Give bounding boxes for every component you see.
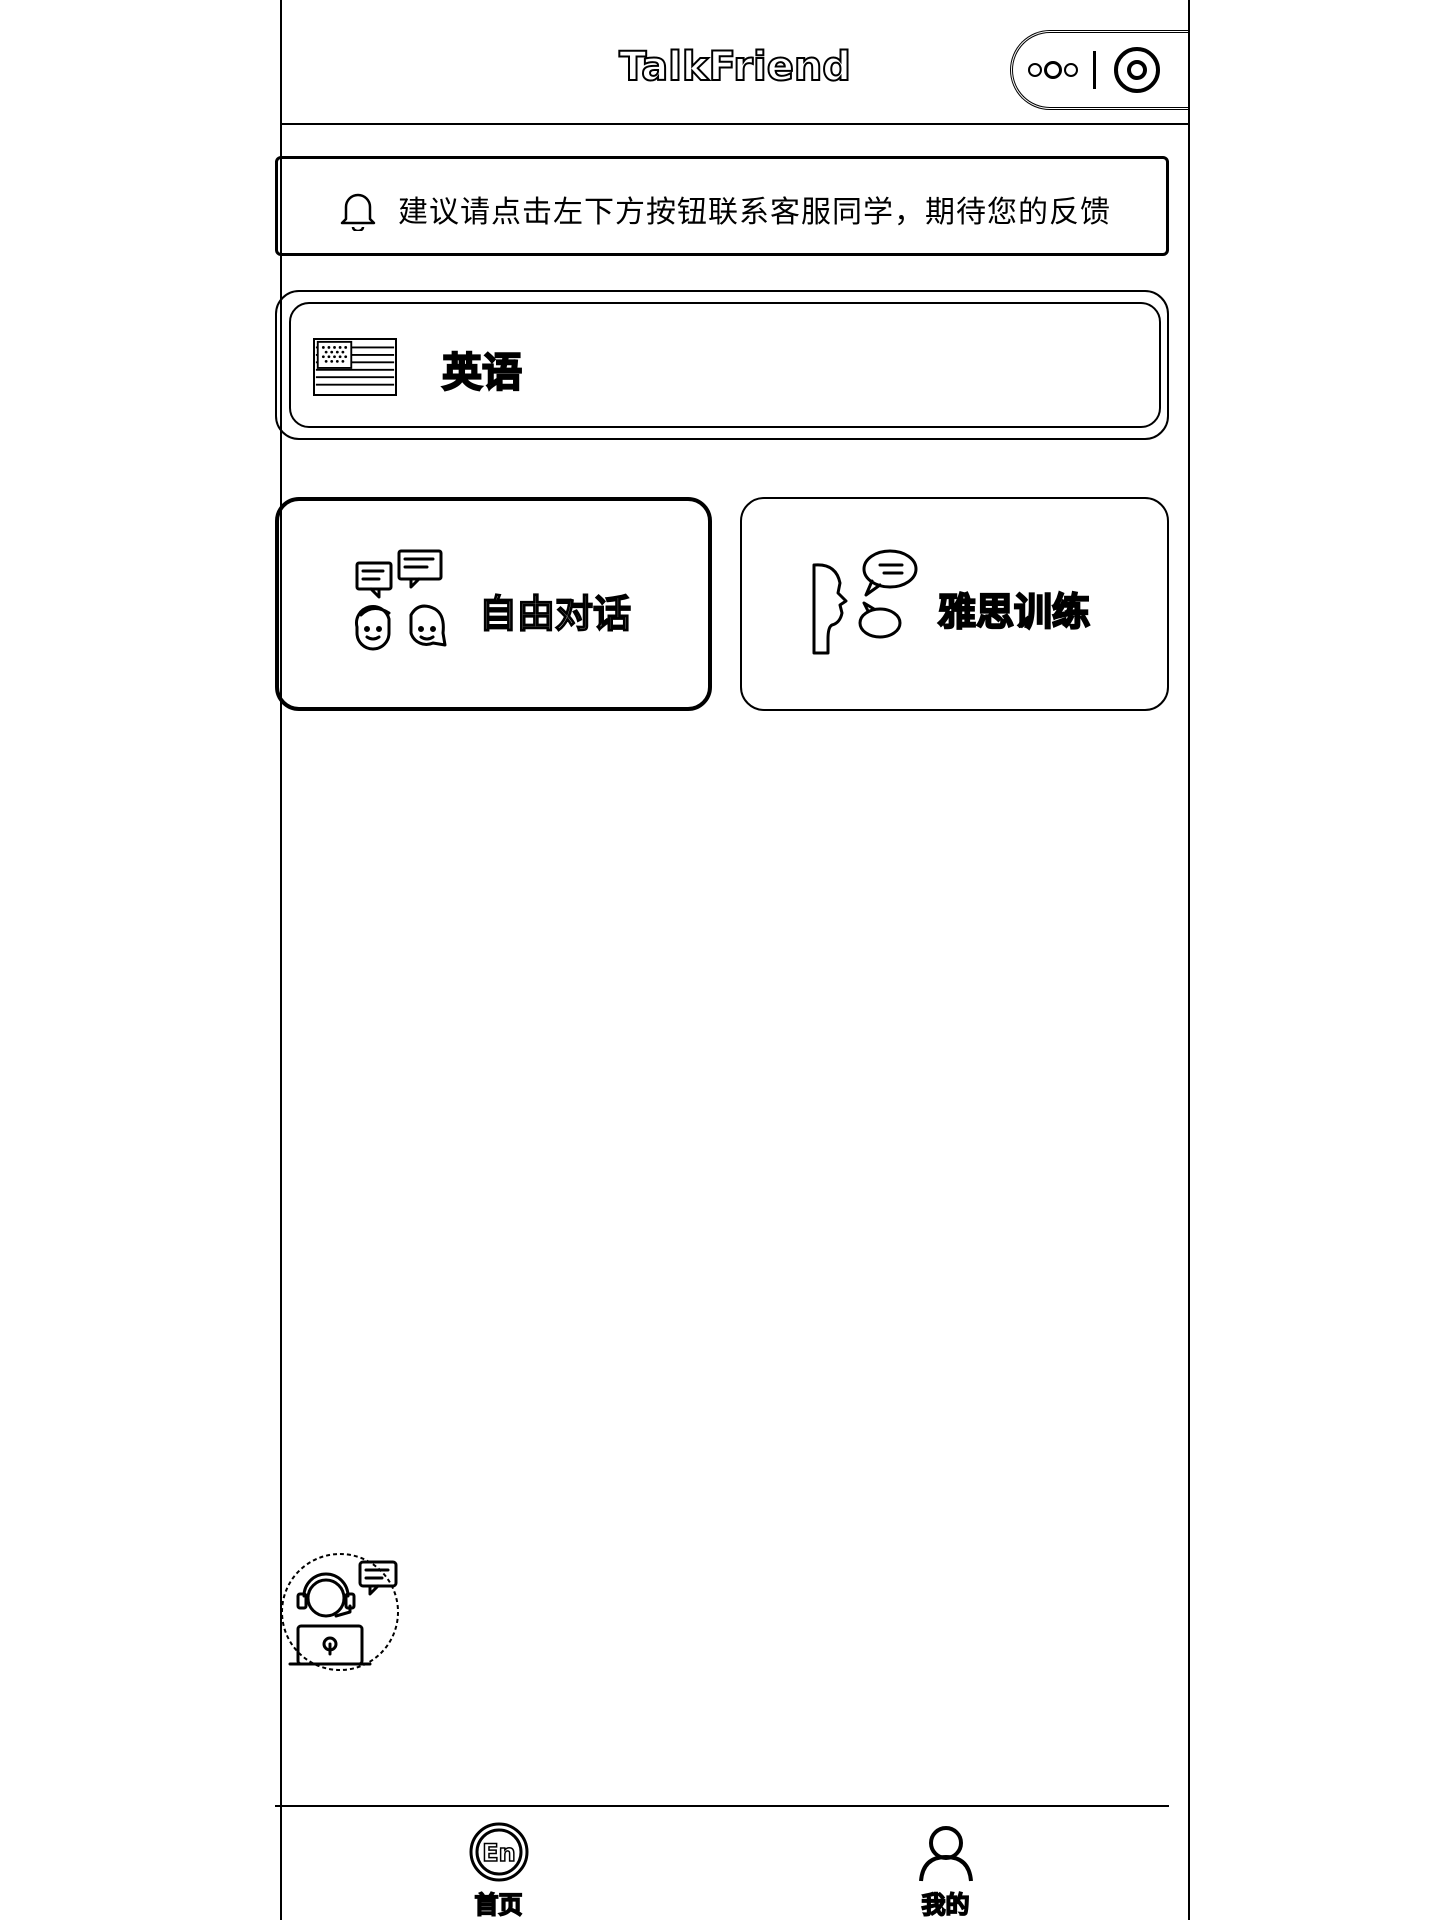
customer-service-icon[interactable] <box>278 1550 402 1674</box>
en-badge-icon: En <box>469 1822 528 1882</box>
notice-bar: 建议请点击左下方按钮联系客服同学，期待您的反馈 <box>275 156 1169 256</box>
speaking-icon <box>812 549 918 655</box>
conversation-icon <box>355 549 447 651</box>
mini-program-capsule <box>1010 30 1190 110</box>
notice-text: 建议请点击左下方按钮联系客服同学，期待您的反馈 <box>398 195 1111 230</box>
ielts-training-label: 雅思训练 <box>937 589 1091 635</box>
tab-profile[interactable]: 我的 <box>722 1807 1169 1920</box>
app-frame <box>280 0 1190 1920</box>
tab-bar: En 首页 我的 <box>275 1805 1169 1920</box>
ielts-training-card[interactable]: 雅思训练 <box>740 497 1169 711</box>
target-circle-icon[interactable] <box>1114 47 1160 93</box>
navigation-bar: TalkFriend <box>280 0 1190 125</box>
language-name: 英语 <box>441 349 523 397</box>
free-conversation-label: 自由对话 <box>478 591 632 637</box>
more-dots-icon[interactable] <box>1013 61 1093 79</box>
language-card-inner <box>289 302 1161 428</box>
user-icon <box>918 1826 973 1882</box>
tab-home-label: 首页 <box>474 1890 524 1920</box>
free-conversation-card[interactable]: 自由对话 <box>275 497 712 711</box>
us-flag-icon <box>313 338 397 396</box>
language-selector[interactable]: 英语 <box>275 290 1169 440</box>
tab-home[interactable]: En 首页 <box>275 1807 722 1920</box>
svg-text:En: En <box>482 1839 515 1867</box>
tab-profile-label: 我的 <box>921 1890 971 1920</box>
capsule-divider <box>1093 51 1096 89</box>
bell-icon <box>340 193 376 231</box>
